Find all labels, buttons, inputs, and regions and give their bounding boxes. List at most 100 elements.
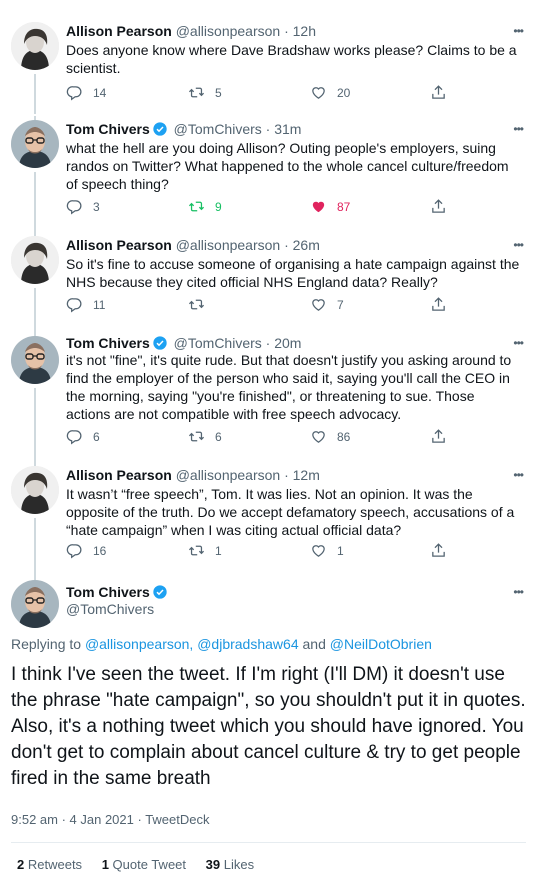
like-button[interactable]: 7 (310, 296, 344, 313)
divider (11, 842, 526, 843)
retweet-icon (188, 542, 205, 559)
author-handle[interactable]: @allisonpearson (176, 237, 281, 253)
author-name[interactable]: Tom Chivers (66, 121, 150, 137)
retweet-button[interactable]: 9 (188, 198, 222, 215)
retweet-count: 1 (215, 543, 222, 558)
retweet-count: 9 (215, 199, 222, 214)
tweet-time[interactable]: · 12m (284, 467, 320, 483)
author-handle[interactable]: @TomChivers (174, 335, 262, 351)
reply-count: 16 (93, 543, 107, 558)
like-count: 1 (337, 543, 344, 558)
tweet[interactable]: Tom Chivers @TomChivers · 31m ••• what t… (0, 116, 537, 232)
tweet-actions: 3 9 87 (66, 198, 466, 218)
thread-line (34, 288, 36, 332)
retweet-icon (188, 296, 205, 313)
tweet-time[interactable]: · 20m (266, 335, 302, 351)
author-handle[interactable]: @TomChivers (174, 121, 262, 137)
author-name[interactable]: Allison Pearson (66, 237, 172, 253)
avatar[interactable] (11, 236, 59, 284)
like-button[interactable]: 1 (310, 542, 344, 559)
tweet-text: So it's fine to accuse someone of organi… (66, 256, 520, 290)
reply-button[interactable]: 3 (66, 198, 100, 215)
more-options-icon[interactable]: ••• (513, 24, 524, 38)
author-handle[interactable]: @allisonpearson (176, 23, 281, 39)
retweet-button[interactable]: 6 (188, 428, 222, 445)
quote-tweets-stat[interactable]: 1 Quote Tweet (102, 857, 186, 872)
mention-link[interactable]: @allisonpearson, (85, 636, 193, 652)
mention-link[interactable]: @djbradshaw64 (197, 636, 298, 652)
tweet-time[interactable]: · 31m (266, 121, 302, 137)
tweet-text: it's not "fine", it's quite rude. But th… (66, 352, 512, 422)
like-count: 20 (337, 85, 351, 100)
heart-filled-icon (310, 198, 327, 215)
replying-to-label: Replying to (11, 636, 82, 652)
tweet-text: what the hell are you doing Allison? Out… (66, 140, 509, 192)
share-icon (430, 428, 447, 445)
tweet[interactable]: Allison Pearson @allisonpearson · 12m ••… (0, 466, 537, 580)
author-name[interactable]: Allison Pearson (66, 23, 172, 39)
mention-link[interactable]: @NeilDotObrien (330, 636, 432, 652)
more-options-icon[interactable]: ••• (513, 122, 524, 136)
retweets-stat[interactable]: 2 Retweets (17, 857, 82, 872)
tweet[interactable]: Allison Pearson @allisonpearson · 26m ••… (0, 232, 537, 332)
more-options-icon[interactable]: ••• (513, 585, 524, 599)
retweet-button[interactable] (188, 296, 215, 313)
retweet-icon (188, 84, 205, 101)
like-count: 7 (337, 297, 344, 312)
engagement-stats: 2 Retweets 1 Quote Tweet 39 Likes (17, 857, 254, 872)
retweet-icon (188, 428, 205, 445)
reply-icon (66, 296, 83, 313)
heart-icon (310, 428, 327, 445)
reply-count: 14 (93, 85, 107, 100)
tweet-time[interactable]: · 12h (284, 23, 316, 39)
share-button[interactable] (430, 198, 457, 215)
thread-line (34, 388, 36, 466)
reply-icon (66, 84, 83, 101)
reply-button[interactable]: 16 (66, 542, 106, 559)
share-icon (430, 198, 447, 215)
author-name[interactable]: Tom Chivers (66, 335, 150, 351)
tweet[interactable]: Tom Chivers @TomChivers · 20m ••• it's n… (0, 332, 537, 466)
reply-count: 6 (93, 429, 100, 444)
share-button[interactable] (430, 428, 457, 445)
main-tweet-text: I think I've seen the tweet. If I'm righ… (11, 664, 526, 789)
share-icon (430, 542, 447, 559)
thread-line (34, 74, 36, 114)
verified-badge-icon (152, 584, 168, 600)
likes-stat[interactable]: 39 Likes (206, 857, 254, 872)
avatar[interactable] (11, 466, 59, 514)
avatar[interactable] (11, 336, 59, 384)
share-button[interactable] (430, 296, 457, 313)
like-button[interactable]: 20 (310, 84, 350, 101)
tweet-timestamp: 9:52 am · 4 Jan 2021 · TweetDeck (11, 812, 210, 827)
like-button[interactable]: 86 (310, 428, 350, 445)
reply-button[interactable]: 6 (66, 428, 100, 445)
reply-button[interactable]: 11 (66, 296, 105, 313)
share-button[interactable] (430, 542, 457, 559)
verified-badge-icon (152, 335, 168, 351)
retweet-button[interactable]: 1 (188, 542, 222, 559)
share-button[interactable] (430, 84, 457, 101)
like-button[interactable]: 87 (310, 198, 350, 215)
reply-count: 3 (93, 199, 100, 214)
author-handle[interactable]: @allisonpearson (176, 467, 281, 483)
tweet[interactable]: Allison Pearson @allisonpearson · 12h ••… (0, 0, 537, 116)
author-handle[interactable]: @TomChivers (66, 601, 154, 617)
avatar[interactable] (11, 22, 59, 70)
timestamp-text[interactable]: 9:52 am · 4 Jan 2021 · (11, 812, 145, 827)
reply-icon (66, 428, 83, 445)
thread-line (34, 172, 36, 232)
avatar[interactable] (11, 580, 59, 628)
reply-button[interactable]: 14 (66, 84, 106, 101)
more-options-icon[interactable]: ••• (513, 336, 524, 350)
retweet-count: 6 (215, 429, 222, 444)
retweet-button[interactable]: 5 (188, 84, 222, 101)
avatar[interactable] (11, 120, 59, 168)
tweet-source[interactable]: TweetDeck (145, 812, 209, 827)
verified-badge-icon (152, 121, 168, 137)
author-name[interactable]: Tom Chivers (66, 584, 150, 600)
author-name[interactable]: Allison Pearson (66, 467, 172, 483)
more-options-icon[interactable]: ••• (513, 468, 524, 482)
tweet-time[interactable]: · 26m (284, 237, 320, 253)
more-options-icon[interactable]: ••• (513, 238, 524, 252)
